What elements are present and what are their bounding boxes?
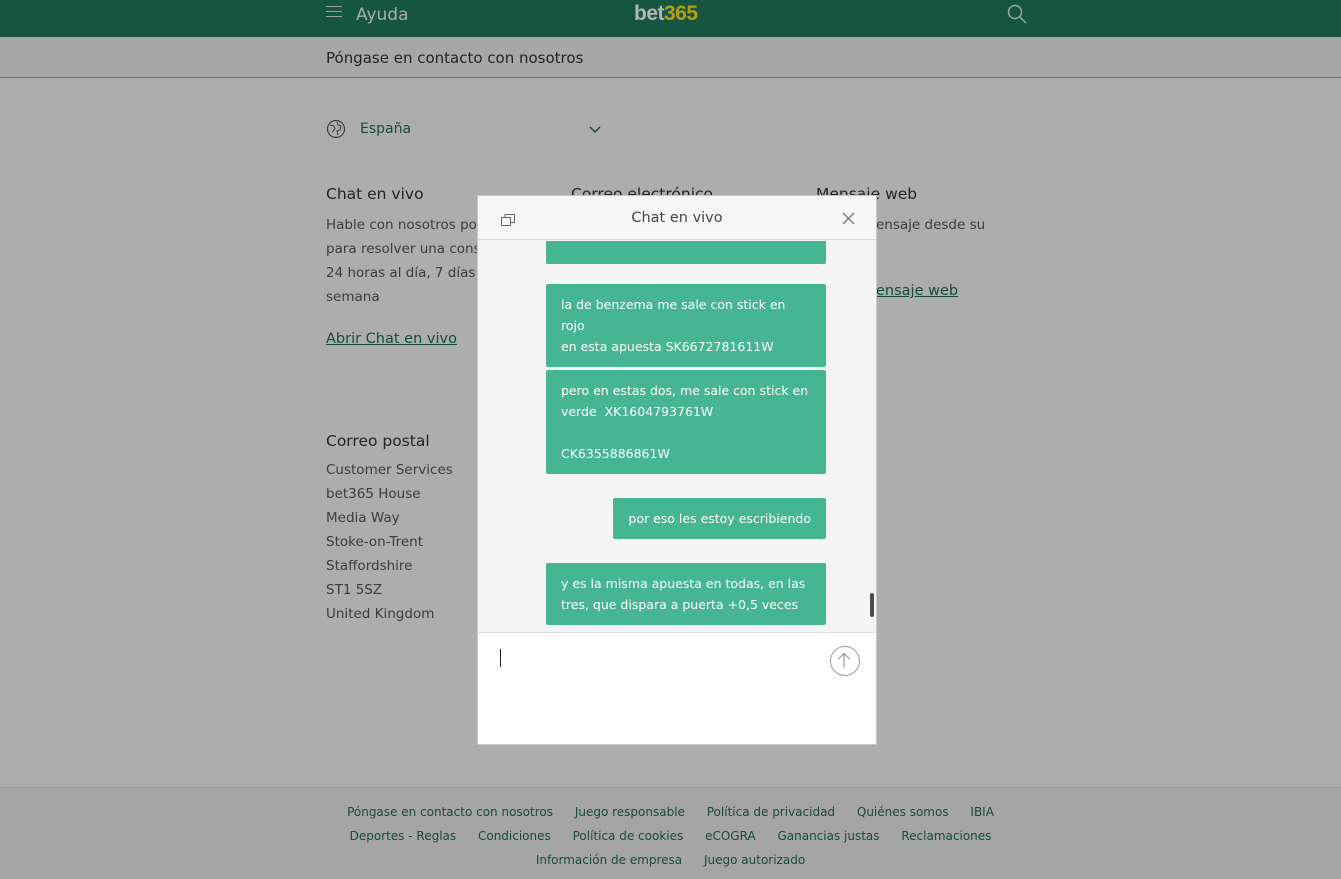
- send-button[interactable]: [830, 646, 860, 676]
- chat-title: Chat en vivo: [631, 210, 723, 226]
- chat-message: [546, 241, 826, 264]
- text-caret: [500, 649, 501, 667]
- chat-scrollbar[interactable]: [870, 593, 874, 617]
- chat-header: Chat en vivo: [478, 196, 876, 240]
- arrow-up-icon: [838, 652, 851, 668]
- chat-composer: [478, 632, 876, 744]
- live-chat-dialog: Chat en vivo la de benzema me sale con s…: [477, 195, 877, 745]
- close-icon[interactable]: [842, 212, 855, 225]
- chat-message: por eso les estoy escribiendo: [613, 498, 826, 539]
- chat-messages[interactable]: la de benzema me sale con stick en rojo …: [478, 241, 876, 632]
- chat-message: la de benzema me sale con stick en rojo …: [546, 284, 826, 367]
- chat-message-input[interactable]: [496, 645, 826, 725]
- chat-message: pero en estas dos, me sale con stick en …: [546, 370, 826, 474]
- chat-message: y es la misma apuesta en todas, en las t…: [546, 563, 826, 625]
